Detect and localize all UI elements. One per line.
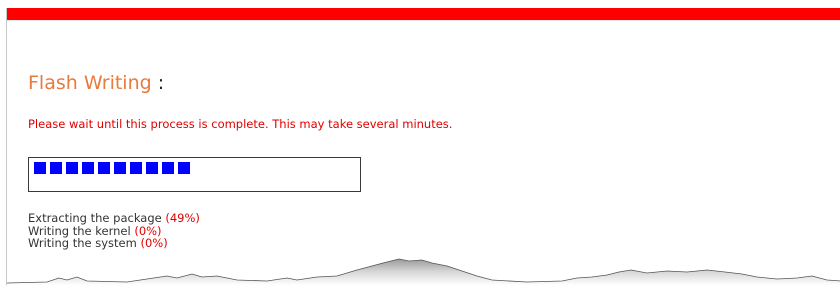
step-percent: (0%) [140,236,168,250]
flash-page-frame: Flash Writing : Please wait until this p… [6,8,840,285]
progress-block [130,162,142,174]
step-list: Extracting the package (49%) Writing the… [28,212,200,250]
step-percent: (49%) [165,211,200,225]
progress-block [162,162,174,174]
progress-block [146,162,158,174]
progress-bar [28,157,361,192]
header-red-bar [7,8,840,20]
step-label: Writing the system [28,236,137,250]
progress-block [66,162,78,174]
step-system: Writing the system (0%) [28,237,200,250]
progress-block [98,162,110,174]
progress-block [82,162,94,174]
page-title-text: Flash Writing [28,72,152,94]
torn-edge-graphic [7,258,840,285]
progress-fill [34,162,190,174]
progress-block [114,162,126,174]
progress-block [50,162,62,174]
page-title: Flash Writing : [28,72,164,94]
progress-block [178,162,190,174]
page-title-colon: : [157,72,165,94]
header-shadow [7,20,840,22]
wait-notice: Please wait until this process is comple… [28,117,453,131]
progress-block [34,162,46,174]
